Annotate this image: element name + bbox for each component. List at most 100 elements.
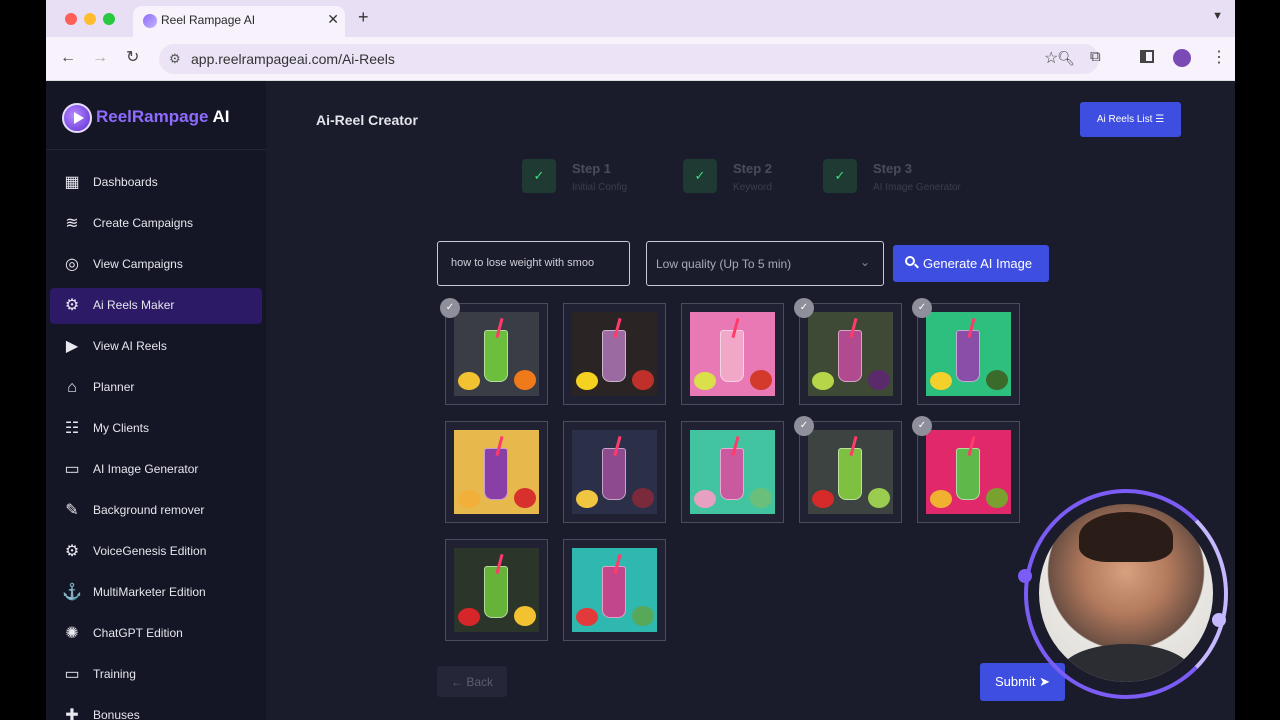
check-icon: ✓ — [522, 159, 556, 193]
anchor-icon: ⚓ — [62, 584, 82, 601]
sidebar-item[interactable]: ▶ View AI Reels — [50, 329, 262, 365]
quality-selected-value: Low quality (Up To 5 min) — [656, 257, 792, 271]
generate-ai-image-button[interactable]: Generate AI Image — [893, 245, 1049, 282]
sidebar-item-label: Background remover — [93, 503, 205, 517]
sidebar-item-label: VoiceGenesis Edition — [93, 544, 207, 558]
image-thumbnail[interactable]: ✓ — [912, 298, 1020, 405]
sidebar-item[interactable]: ≋ Create Campaigns — [50, 206, 262, 242]
sidebar-item[interactable]: ⚙ Ai Reels Maker — [50, 288, 262, 324]
image-thumbnail[interactable] — [681, 421, 784, 523]
ai-reels-list-button[interactable]: Ai Reels List ☰ — [1080, 102, 1181, 137]
step-subtitle: AI Image Generator — [873, 182, 961, 193]
layers-icon: ≋ — [65, 215, 79, 232]
smoothie-image — [454, 312, 539, 396]
smoothie-image — [926, 430, 1011, 514]
selected-check-icon[interactable]: ✓ — [794, 416, 814, 436]
sidebar-item-label: ChatGPT Edition — [93, 626, 183, 640]
maximize-window-button[interactable] — [103, 13, 115, 25]
search-icon — [905, 256, 915, 266]
sidebar-item[interactable]: ✚ Bonuses — [50, 698, 262, 720]
logo-text: ReelRampage AI — [96, 107, 230, 126]
image-thumbnail[interactable] — [563, 421, 666, 523]
profile-avatar-icon[interactable] — [1173, 49, 1191, 67]
smoothie-image — [690, 312, 775, 396]
side-panel-icon[interactable] — [1140, 50, 1154, 63]
smoothie-image — [808, 312, 893, 396]
users-circle-icon: ◎ — [65, 256, 79, 273]
bank-icon: ⌂ — [67, 379, 77, 396]
smoothie-image — [454, 548, 539, 632]
sidebar-item-label: My Clients — [93, 421, 150, 435]
quality-select[interactable]: Low quality (Up To 5 min) ⌄ — [646, 241, 884, 286]
chevron-down-icon[interactable]: ▼ — [1212, 10, 1223, 22]
extensions-icon[interactable]: ⧉ — [1090, 48, 1101, 65]
step-subtitle: Keyword — [733, 182, 772, 193]
sidebar-item-label: Training — [93, 667, 136, 681]
sidebar-item-label: View Campaigns — [93, 257, 183, 271]
page-title: Ai-Reel Creator — [316, 112, 418, 128]
image-thumbnail[interactable]: ✓ — [912, 416, 1020, 523]
sidebar-item[interactable]: ✺ ChatGPT Edition — [50, 616, 262, 652]
sidebar-item[interactable]: ▦ Dashboards — [50, 165, 262, 201]
ai-gear-icon: ⚙ — [64, 297, 80, 314]
sidebar-item-label: Dashboards — [93, 175, 158, 189]
divider — [46, 149, 266, 150]
sidebar-item[interactable]: ☷ My Clients — [50, 411, 262, 447]
selected-check-icon[interactable]: ✓ — [912, 298, 932, 318]
more-menu-icon[interactable]: ⋮ — [1211, 47, 1227, 67]
bookmark-star-icon[interactable]: ☆ — [1044, 48, 1058, 68]
step-title: Step 3 — [873, 161, 913, 176]
step-subtitle: Initial Config — [572, 182, 628, 193]
smoothie-image — [690, 430, 775, 514]
smoothie-image — [454, 430, 539, 514]
zoom-icon[interactable]: 🔍︎ — [1057, 50, 1075, 67]
browser-tab[interactable]: Reel Rampage AI ✕ — [133, 6, 345, 37]
selected-check-icon[interactable]: ✓ — [794, 298, 814, 318]
reload-icon[interactable]: ↻ — [126, 49, 139, 67]
list-icon: ☰ — [1155, 114, 1165, 125]
selected-check-icon[interactable]: ✓ — [440, 298, 460, 318]
address-bar[interactable]: ⚙ app.reelrampageai.com/Ai-Reels 🔍︎ — [159, 44, 1099, 74]
keyword-input[interactable]: how to lose weight with smoo — [437, 241, 630, 286]
selected-check-icon[interactable]: ✓ — [912, 416, 932, 436]
tab-title: Reel Rampage AI — [161, 13, 256, 27]
step-title: Step 2 — [733, 161, 773, 176]
sidebar-item[interactable]: ◎ View Campaigns — [50, 247, 262, 283]
sidebar-item[interactable]: ▭ Training — [50, 657, 262, 693]
back-arrow-icon[interactable]: ← — [60, 49, 76, 67]
sidebar-item[interactable]: ▭ AI Image Generator — [50, 452, 262, 488]
image-thumbnail[interactable] — [445, 421, 548, 523]
forward-arrow-icon[interactable]: → — [92, 49, 108, 67]
image-thumbnail[interactable]: ✓ — [440, 298, 548, 405]
image-thumbnail[interactable]: ✓ — [794, 416, 902, 523]
url-text[interactable]: app.reelrampageai.com/Ai-Reels — [191, 51, 395, 67]
new-tab-icon[interactable]: + — [358, 7, 369, 28]
sidebar-item[interactable]: ✎ Background remover — [50, 493, 262, 529]
smoothie-image — [572, 312, 657, 396]
image-thumbnail[interactable] — [563, 303, 666, 405]
openai-icon: ✺ — [65, 625, 79, 642]
close-window-button[interactable] — [65, 13, 77, 25]
dashboard-icon: ▦ — [64, 174, 80, 191]
close-tab-icon[interactable]: ✕ — [327, 11, 339, 28]
sidebar-item[interactable]: ⚙ VoiceGenesis Edition — [50, 534, 262, 570]
smoothie-image — [808, 430, 893, 514]
image-thumbnail[interactable] — [445, 539, 548, 641]
sidebar-item[interactable]: ⌂ Planner — [50, 370, 262, 406]
image-thumbnail[interactable] — [563, 539, 666, 641]
voice-gear-icon: ⚙ — [64, 543, 80, 560]
minimize-window-button[interactable] — [84, 13, 96, 25]
image-thumbnail[interactable]: ✓ — [794, 298, 902, 405]
logo-play-icon — [62, 103, 92, 133]
site-info-icon[interactable]: ⚙ — [169, 51, 181, 67]
screen: Reel Rampage AI ✕ + ▼ ← → ↻ ⚙ app.reelra… — [0, 0, 1280, 720]
monitor-icon: ▭ — [64, 666, 80, 683]
browser-toolbar: ← → ↻ ⚙ app.reelrampageai.com/Ai-Reels 🔍… — [46, 37, 1235, 81]
decor-dot — [1212, 613, 1226, 627]
check-icon: ✓ — [823, 159, 857, 193]
back-button[interactable]: ← Back — [437, 666, 507, 697]
sidebar-item-label: View AI Reels — [93, 339, 167, 353]
sidebar-item[interactable]: ⚓ MultiMarketer Edition — [50, 575, 262, 611]
image-thumbnail[interactable] — [681, 303, 784, 405]
sidebar-item-label: Create Campaigns — [93, 216, 194, 230]
